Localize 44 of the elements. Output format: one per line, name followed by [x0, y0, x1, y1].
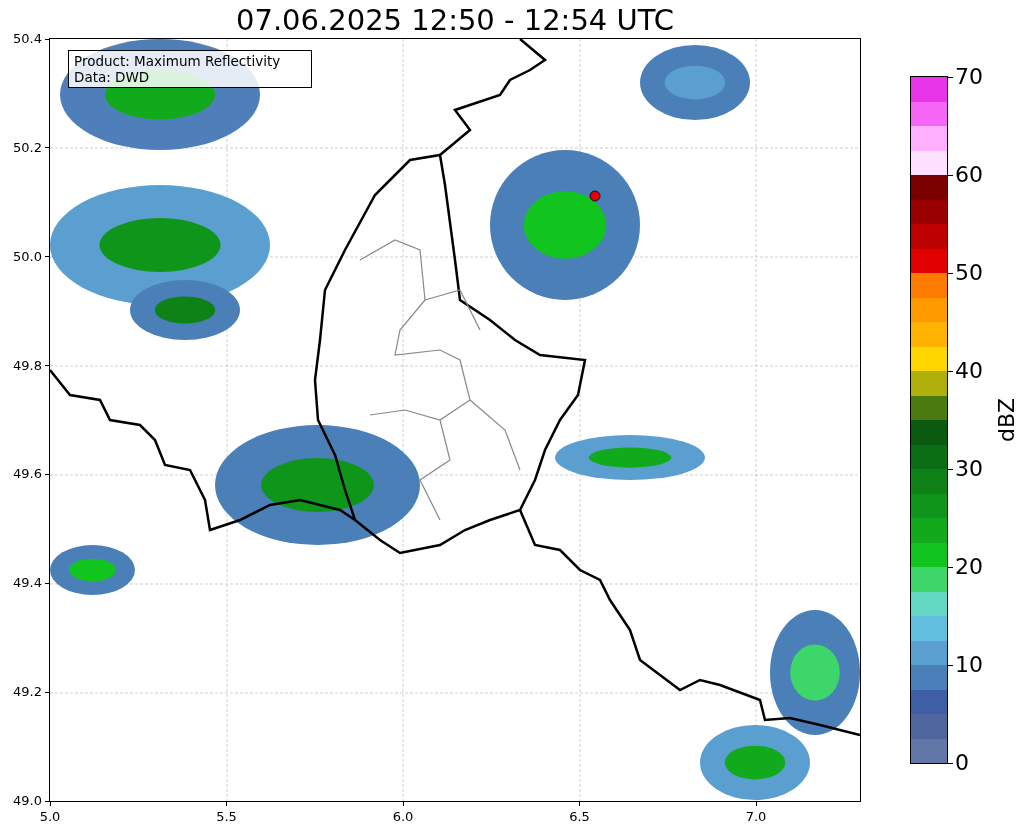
- tick-mark: [947, 468, 953, 470]
- axis-tick-label: 49.0: [13, 792, 42, 810]
- colorbar-tick-label: 40: [955, 357, 983, 385]
- tick-mark: [947, 76, 953, 78]
- tick-mark: [947, 174, 953, 176]
- legend-text: Data: DWD: [74, 69, 151, 85]
- axis-tick-label: 5.5: [215, 808, 238, 826]
- axis-tick-label: 50.0: [13, 247, 42, 266]
- axis-tick-label: 5.0: [38, 808, 62, 826]
- chart-title: 07.06.2025 12:50 - 12:54 UTC: [236, 3, 674, 36]
- tick-mark: [45, 38, 50, 40]
- tick-mark: [45, 582, 50, 584]
- tick-mark: [947, 370, 953, 372]
- tick-mark: [755, 801, 757, 806]
- axis-tick-label: 49.2: [13, 683, 42, 702]
- colorbar-tick-label: 0: [955, 749, 969, 777]
- tick-mark: [579, 801, 580, 806]
- tick-mark: [45, 256, 50, 258]
- axis-tick-label: 50.4: [13, 30, 42, 48]
- tick-mark: [45, 473, 50, 475]
- colorbar-tick-label: 20: [955, 553, 983, 581]
- axis-tick-label: 6.5: [568, 808, 591, 826]
- tick-mark: [947, 272, 953, 274]
- tick-mark: [45, 691, 50, 693]
- colorbar-tick-label: 70: [955, 63, 983, 91]
- colorbar-tick-label: 30: [955, 455, 983, 483]
- tick-mark: [947, 566, 953, 568]
- tick-mark: [947, 762, 953, 764]
- axis-tick-label: 7.0: [744, 808, 768, 826]
- colorbar-tick-label: 10: [955, 651, 983, 679]
- tick-mark: [226, 801, 227, 806]
- colorbar-label: dBZ: [994, 397, 1021, 443]
- axis-tick-label: 6.0: [391, 808, 415, 826]
- colorbar-tick-label: 50: [955, 259, 983, 287]
- colorbar-tick-label: 60: [955, 161, 983, 189]
- tick-mark: [947, 664, 953, 666]
- legend-text: Product: Maximum Reflectivity: [74, 53, 282, 69]
- tick-mark: [45, 365, 50, 367]
- axis-tick-label: 50.2: [13, 138, 42, 157]
- axis-tick-label: 49.4: [13, 574, 42, 593]
- tick-mark: [402, 801, 404, 806]
- axis-tick-label: 49.8: [13, 356, 42, 375]
- axis-tick-label: 49.6: [13, 465, 42, 484]
- tick-mark: [45, 147, 50, 149]
